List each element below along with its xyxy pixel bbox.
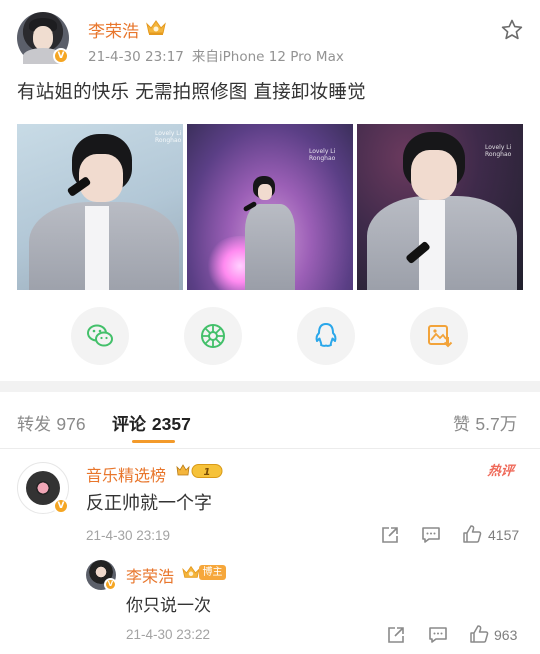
post-photo-3[interactable]: Lovely Li Ronghao [357,124,523,290]
like-count: 4157 [488,527,520,543]
photo-watermark: Lovely Li Ronghao [309,148,336,162]
verified-badge-icon: V [53,498,69,514]
tabs-divider [0,448,540,449]
tab-repost[interactable]: 转发 976 [17,410,86,435]
repost-icon[interactable] [380,525,400,545]
tab-repost-count: 976 [56,414,86,434]
tab-comments-label: 评论 [112,415,146,435]
vip-crown-icon [146,20,166,35]
like-thumb-icon[interactable] [462,524,482,544]
tab-repost-label: 转发 [17,415,51,435]
avatar-face [33,26,53,50]
reply-text: 你只说一次 [126,596,211,616]
post-meta: 21-4-30 23:17 来自iPhone 12 Pro Max [88,45,344,65]
post-photo-1[interactable]: Lovely Li Ronghao [17,124,183,290]
post-source: 来自iPhone 12 Pro Max [191,49,344,65]
qq-icon [315,323,337,347]
author-name[interactable]: 李荣浩 [88,17,139,42]
share-qq-button[interactable] [297,307,355,365]
share-moments-button[interactable] [184,307,242,365]
save-image-button[interactable] [410,307,468,365]
tab-likes[interactable]: 赞 5.7万 [453,410,517,436]
level-badge-icon: 1 [176,464,223,478]
repost-icon[interactable] [386,625,406,645]
save-image-icon [428,325,453,348]
favorite-star-icon[interactable] [500,18,524,42]
verified-badge-icon: V [104,578,117,591]
comment-text: 反正帅就一个字 [86,493,212,514]
wechat-icon [87,324,113,347]
commenter-name[interactable]: 音乐精选榜 [86,462,166,486]
verified-badge-icon: V [53,48,69,64]
moments-icon [201,324,225,348]
comment-date: 21-4-30 23:19 [86,528,171,543]
tab-comments-count: 2357 [151,414,191,434]
post-date: 21-4-30 23:17 [88,49,184,65]
tab-comments[interactable]: 评论 2357 [112,410,191,435]
like-thumb-icon[interactable] [469,624,489,644]
tab-likes-label: 赞 [453,415,470,435]
comment-icon[interactable] [421,525,441,545]
svg-text:1: 1 [204,467,211,478]
vip-crown-icon [182,565,200,578]
section-divider [0,381,540,392]
photo-watermark: Lovely Li Ronghao [485,144,512,158]
like-count: 963 [494,627,518,643]
photo-watermark: Lovely Li Ronghao [155,130,182,144]
share-wechat-button[interactable] [71,307,129,365]
reply-date: 21-4-30 23:22 [126,627,211,642]
post-header: V 李荣浩 21-4-30 23:17 来自iPhone 12 Pro Max [0,0,540,70]
singer-figure [17,124,183,290]
host-badge: 博主 [199,565,226,580]
reply-author-name[interactable]: 李荣浩 [126,563,174,587]
post-text: 有站姐的快乐 无需拍照修图 直接卸妆睡觉 [17,82,366,103]
post-photo-2[interactable]: Lovely Li Ronghao [187,124,353,290]
comment-icon[interactable] [428,625,448,645]
tab-likes-count: 5.7万 [475,414,518,434]
hot-comment-tag: 热评 [487,464,515,479]
active-tab-indicator [132,440,175,443]
